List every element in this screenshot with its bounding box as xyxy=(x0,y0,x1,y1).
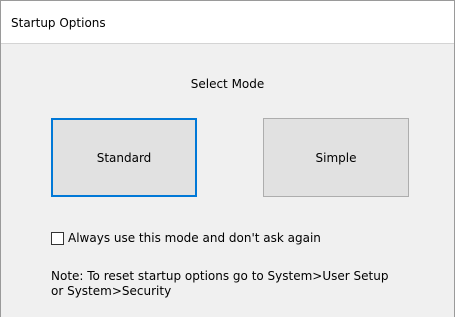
simple-button-label: Simple xyxy=(315,150,357,165)
note-line-1: Note: To reset startup options go to Sys… xyxy=(51,269,389,283)
select-mode-heading: Select Mode xyxy=(190,77,265,91)
always-use-mode-checkbox[interactable] xyxy=(51,231,64,245)
reset-note: Note: To reset startup options go to Sys… xyxy=(51,269,451,299)
startup-options-window: Startup Options Select Mode Standard Sim… xyxy=(0,0,455,317)
simple-mode-button[interactable]: Simple xyxy=(263,118,409,197)
note-line-2: or System>Security xyxy=(51,284,172,298)
window-title: Startup Options xyxy=(11,16,106,30)
always-use-mode-label[interactable]: Always use this mode and don't ask again xyxy=(68,231,321,245)
title-bar: Startup Options xyxy=(1,1,454,44)
always-use-mode-option[interactable]: Always use this mode and don't ask again xyxy=(51,230,321,246)
standard-mode-button[interactable]: Standard xyxy=(51,118,197,197)
standard-button-label: Standard xyxy=(96,150,152,165)
